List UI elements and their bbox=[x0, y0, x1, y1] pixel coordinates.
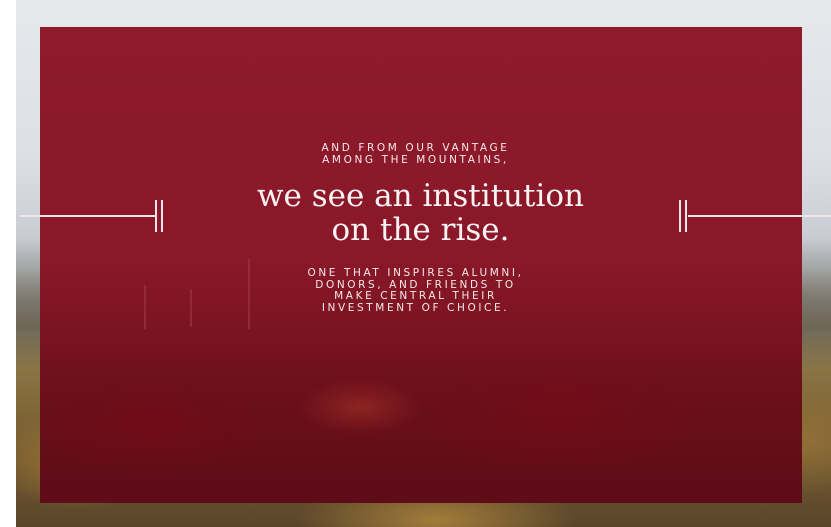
red-overlay-panel bbox=[40, 27, 802, 503]
subheadline-line: INVESTMENT OF CHOICE. bbox=[321, 301, 510, 314]
hero-section: AND FROM OUR VANTAGE AMONG THE MOUNTAINS… bbox=[0, 0, 831, 527]
subheadline-text: ONE THAT INSPIRES ALUMNI, DONORS, AND FR… bbox=[0, 267, 831, 314]
headline-line: on the rise. bbox=[331, 212, 510, 248]
headline: we see an institution on the rise. bbox=[0, 179, 831, 247]
headline-line: we see an institution bbox=[256, 178, 585, 214]
subheadline-line: ONE THAT INSPIRES ALUMNI, bbox=[307, 267, 524, 279]
kicker-text: AND FROM OUR VANTAGE AMONG THE MOUNTAINS… bbox=[0, 142, 831, 166]
subheadline-line: MAKE CENTRAL THEIR bbox=[334, 290, 497, 302]
kicker-line: AMONG THE MOUNTAINS, bbox=[322, 154, 509, 166]
kicker-line: AND FROM OUR VANTAGE bbox=[321, 142, 510, 154]
